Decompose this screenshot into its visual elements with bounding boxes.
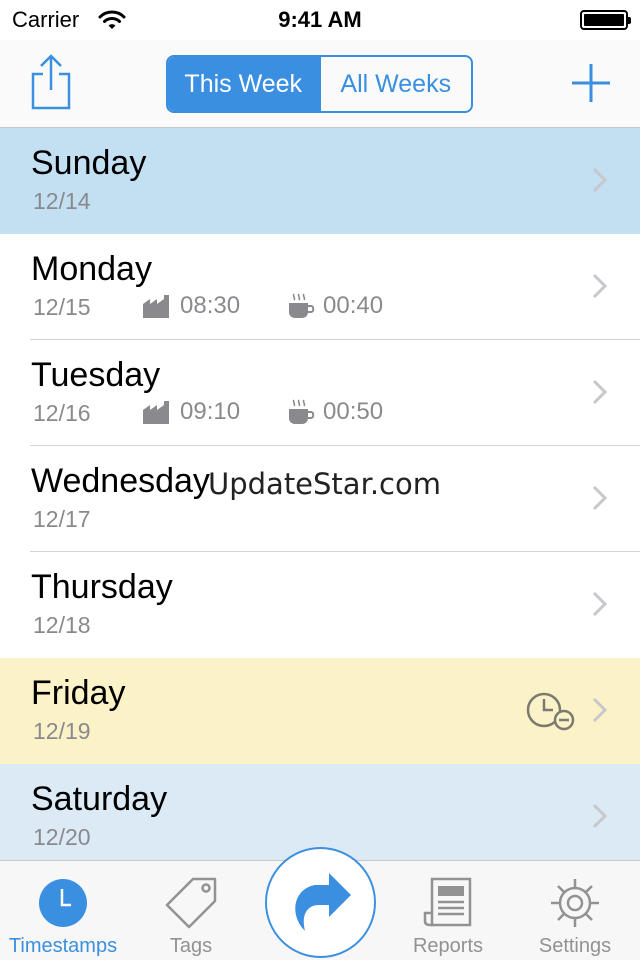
break-time: 00:50 — [323, 398, 384, 425]
tab-label: Tags — [169, 935, 213, 957]
break-time-stat: 00:40 — [287, 292, 383, 320]
tab-timestamps[interactable]: Timestamps — [0, 861, 126, 960]
tab-bar: Timestamps Tags Reports Settings — [0, 847, 640, 960]
work-time: 08:30 — [180, 292, 241, 319]
tab-label: Reports — [412, 935, 484, 957]
day-row-monday[interactable]: Monday 12/15 08:30 00:40 — [0, 234, 640, 340]
day-name: Saturday — [31, 780, 168, 818]
work-time: 09:10 — [180, 398, 241, 425]
stamp-button[interactable] — [265, 847, 376, 958]
day-row-tuesday[interactable]: Tuesday 12/16 09:10 00:50 — [0, 340, 640, 446]
tab-reports[interactable]: Reports — [385, 861, 511, 960]
day-row-thursday[interactable]: Thursday 12/18 — [0, 552, 640, 658]
work-time-stat: 08:30 — [142, 292, 240, 320]
break-time-stat: 00:50 — [287, 398, 383, 426]
tab-tags[interactable]: Tags — [128, 861, 254, 960]
chevron-right-icon — [592, 803, 608, 829]
day-name: Thursday — [31, 568, 173, 606]
day-date: 12/14 — [33, 188, 91, 214]
gear-icon — [551, 879, 599, 927]
chevron-right-icon — [592, 591, 608, 617]
day-list: Sunday 12/14 Monday 12/15 08:30 00:40 Tu… — [0, 128, 640, 870]
tab-label: Settings — [538, 935, 612, 957]
day-row-sunday[interactable]: Sunday 12/14 — [0, 128, 640, 234]
nav-bar: This Week All Weeks — [0, 40, 640, 128]
status-bar: Carrier 9:41 AM — [0, 0, 640, 40]
segment-all-weeks[interactable]: All Weeks — [318, 57, 472, 111]
day-date: 12/20 — [33, 824, 91, 850]
day-date: 12/18 — [33, 612, 91, 638]
day-name: Tuesday — [31, 356, 161, 394]
report-icon — [423, 877, 472, 927]
segment-this-week[interactable]: This Week — [168, 57, 319, 111]
day-name: Sunday — [31, 144, 147, 182]
chevron-right-icon — [592, 485, 608, 511]
day-name: Wednesday — [31, 462, 210, 500]
tag-icon — [165, 877, 217, 929]
plus-icon[interactable] — [568, 60, 614, 106]
day-date: 12/15 — [33, 294, 91, 320]
day-row-friday[interactable]: Friday 12/19 — [0, 658, 640, 764]
day-name: Monday — [31, 250, 152, 288]
week-segmented-control: This Week All Weeks — [166, 55, 473, 113]
break-time: 00:40 — [323, 292, 384, 319]
day-row-wednesday[interactable]: Wednesday UpdateStar.com 12/17 — [0, 446, 640, 552]
coffee-icon — [289, 399, 315, 424]
day-date: 12/16 — [33, 400, 91, 426]
battery-icon — [580, 10, 631, 30]
chevron-right-icon — [592, 697, 608, 723]
share-icon[interactable] — [26, 52, 76, 112]
tab-label: Timestamps — [8, 935, 118, 957]
watermark-text: UpdateStar.com — [208, 467, 441, 501]
factory-icon — [143, 401, 169, 424]
status-time: 9:41 AM — [278, 7, 362, 32]
factory-icon — [143, 295, 169, 318]
chevron-right-icon — [592, 379, 608, 405]
clock-minus-icon[interactable] — [526, 690, 578, 734]
clock-icon — [39, 879, 87, 927]
redo-arrow-icon — [294, 872, 351, 931]
chevron-right-icon — [592, 167, 608, 193]
day-date: 12/17 — [33, 506, 91, 532]
day-date: 12/19 — [33, 718, 91, 744]
day-name: Friday — [31, 674, 126, 712]
chevron-right-icon — [592, 273, 608, 299]
tab-settings[interactable]: Settings — [512, 861, 638, 960]
work-time-stat: 09:10 — [142, 398, 240, 426]
coffee-icon — [289, 293, 315, 318]
